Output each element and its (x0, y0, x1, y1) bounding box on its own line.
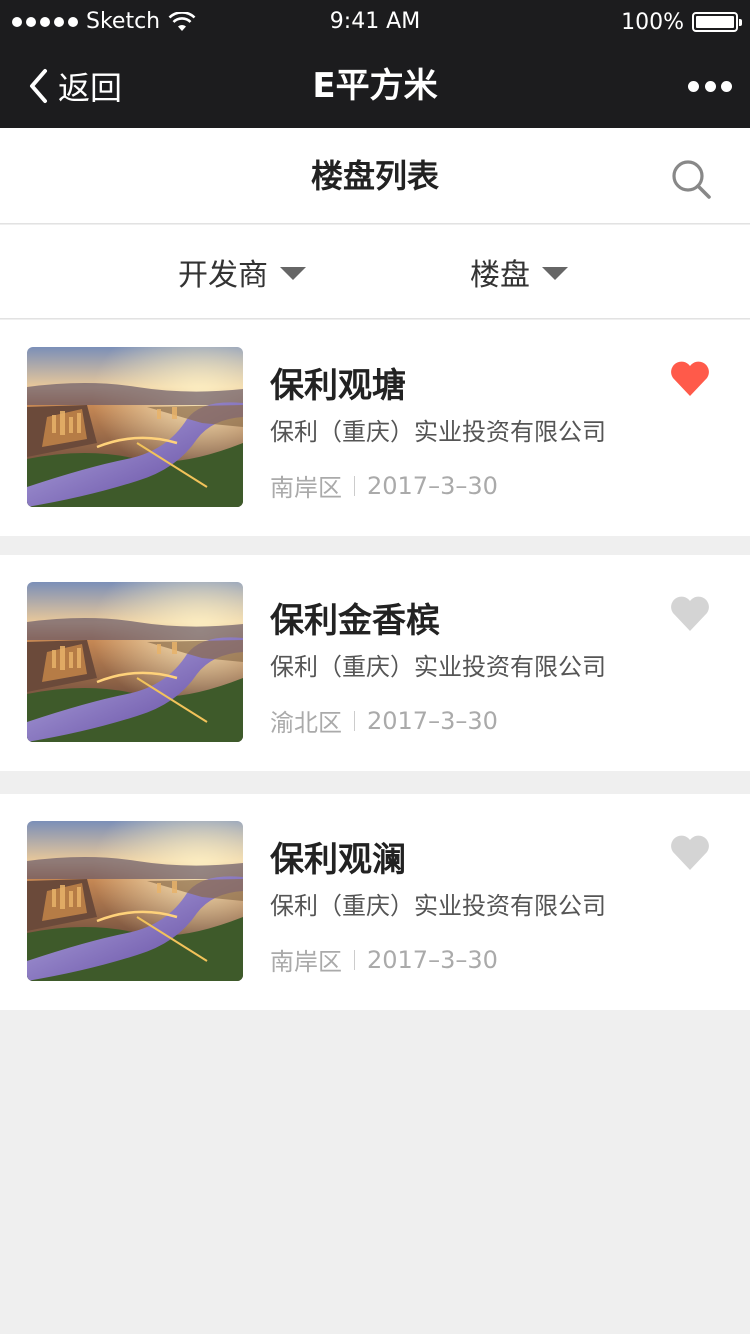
caret-down-icon (280, 266, 306, 280)
listing-developer: 保利（重庆）实业投资有限公司 (270, 892, 606, 920)
battery-percent: 100% (621, 9, 684, 35)
cityscape-image (27, 821, 243, 981)
cityscape-image (27, 582, 243, 742)
heart-icon[interactable] (668, 832, 712, 872)
listing-thumbnail (27, 347, 243, 507)
divider (354, 710, 355, 731)
page-header: 楼盘列表 (0, 128, 750, 224)
developer-filter-dropdown[interactable]: 开发商 (178, 225, 306, 319)
app-title: E平方米 (312, 66, 438, 106)
listing-thumbnail (27, 821, 243, 981)
status-right: 100% (621, 0, 742, 44)
listing-name: 保利金香槟 (270, 601, 440, 641)
more-dots-icon (688, 80, 699, 92)
listing-card[interactable]: 保利观塘 保利（重庆）实业投资有限公司 南岸区 2017–3–30 (0, 320, 750, 536)
property-filter-dropdown[interactable]: 楼盘 (470, 225, 568, 319)
navigation-bar: 返回 E平方米 (0, 44, 750, 128)
listing-card[interactable]: 保利金香槟 保利（重庆）实业投资有限公司 渝北区 2017–3–30 (0, 555, 750, 771)
more-options-button[interactable] (688, 72, 732, 100)
status-bar: Sketch 9:41 AM 100% (0, 0, 750, 44)
page-title: 楼盘列表 (310, 157, 439, 195)
listing-district: 渝北区 (270, 709, 342, 737)
listing-thumbnail (27, 582, 243, 742)
listing-district: 南岸区 (270, 474, 342, 502)
filter-bar: 开发商 楼盘 (0, 225, 750, 319)
listing-date: 2017–3–30 (367, 471, 498, 500)
divider (354, 949, 355, 970)
listing-developer: 保利（重庆）实业投资有限公司 (270, 418, 606, 446)
listing-name: 保利观塘 (270, 366, 406, 406)
divider (354, 475, 355, 496)
listing-date: 2017–3–30 (367, 706, 498, 735)
listing-date: 2017–3–30 (367, 945, 498, 974)
heart-icon[interactable] (668, 593, 712, 633)
battery-icon (692, 12, 742, 32)
listing-card[interactable]: 保利观澜 保利（重庆）实业投资有限公司 南岸区 2017–3–30 (0, 794, 750, 1010)
listing-meta: 南岸区 2017–3–30 (270, 942, 498, 977)
listing-meta: 南岸区 2017–3–30 (270, 468, 498, 503)
listing-meta: 渝北区 2017–3–30 (270, 703, 498, 738)
listing-developer: 保利（重庆）实业投资有限公司 (270, 653, 606, 681)
developer-filter-label: 开发商 (178, 258, 268, 293)
listing-name: 保利观澜 (270, 840, 406, 880)
search-icon[interactable] (670, 158, 712, 200)
listing-district: 南岸区 (270, 948, 342, 976)
cityscape-image (27, 347, 243, 507)
property-filter-label: 楼盘 (470, 258, 530, 293)
heart-filled-icon[interactable] (668, 358, 712, 398)
caret-down-icon (542, 266, 568, 280)
